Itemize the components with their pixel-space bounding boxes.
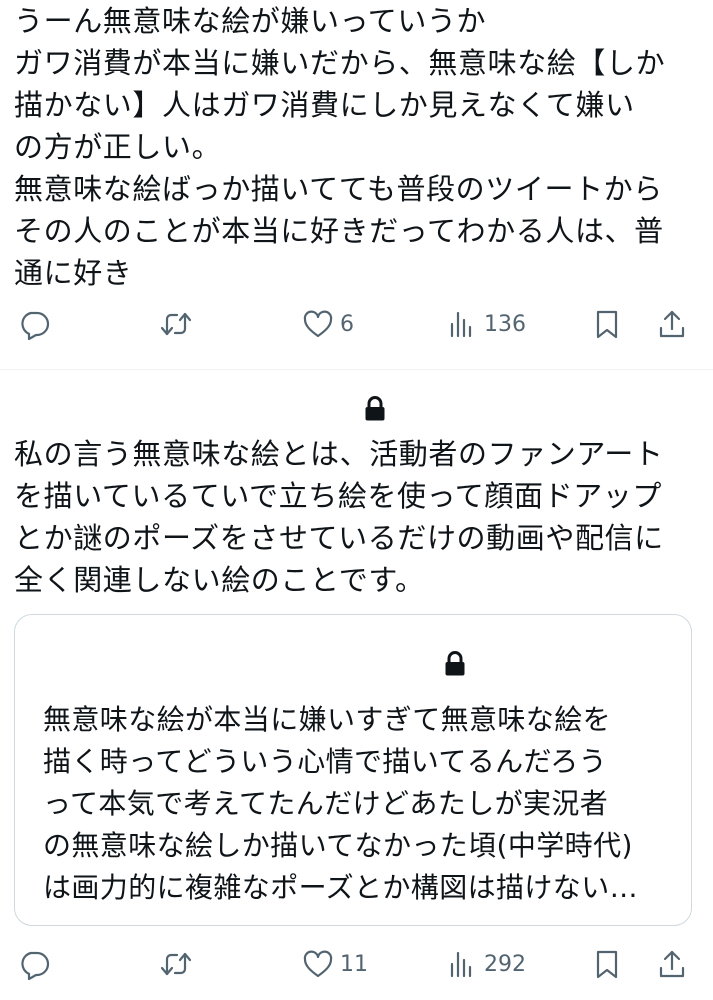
tweet-text: 私の言う無意味な絵とは、活動者のファンアート を描いているていで立ち絵を使って顔… <box>14 437 664 597</box>
tweet-actions: 11 292 <box>0 942 713 986</box>
bookmark-icon <box>596 950 618 979</box>
heart-icon <box>303 950 333 978</box>
like-button[interactable]: 6 <box>302 302 354 346</box>
views-count: 136 <box>484 311 526 337</box>
like-count: 6 <box>340 311 354 337</box>
views-button[interactable]: 292 <box>446 942 526 986</box>
tweet-text: うーん無意味な絵が嫌いっていうか ガワ消費が本当に嫌いだから、無意味な絵【しか … <box>14 4 666 290</box>
divider <box>0 369 713 370</box>
lock-icon <box>365 396 385 421</box>
reply-button[interactable] <box>18 942 50 986</box>
share-icon <box>659 950 685 978</box>
like-count: 11 <box>340 951 368 977</box>
share-button[interactable] <box>656 942 688 986</box>
share-icon <box>659 310 685 338</box>
retweet-icon <box>160 312 192 336</box>
quoted-tweet-card[interactable]: 無意味な絵が本当に嫌いすぎて無意味な絵を 描く時ってどういう心情で描いてるんだろ… <box>14 614 692 926</box>
speech-bubble-icon <box>21 311 50 340</box>
bar-chart-icon <box>450 951 472 978</box>
speech-bubble-icon <box>21 951 50 980</box>
heart-icon <box>303 310 333 338</box>
share-button[interactable] <box>656 302 688 346</box>
views-count: 292 <box>484 951 526 977</box>
bookmark-button[interactable] <box>591 302 623 346</box>
views-button[interactable]: 136 <box>446 302 526 346</box>
retweet-button[interactable] <box>160 302 192 346</box>
retweet-icon <box>160 952 192 976</box>
quoted-tweet-text: 無意味な絵が本当に嫌いすぎて無意味な絵を 描く時ってどういう心情で描いてるんだろ… <box>43 703 639 904</box>
lock-icon <box>445 651 465 676</box>
retweet-button[interactable] <box>160 942 192 986</box>
bookmark-button[interactable] <box>591 942 623 986</box>
like-button[interactable]: 11 <box>302 942 368 986</box>
tweet-actions: 6 136 <box>0 302 713 346</box>
reply-button[interactable] <box>18 302 50 346</box>
bar-chart-icon <box>450 311 472 338</box>
bookmark-icon <box>596 310 618 339</box>
